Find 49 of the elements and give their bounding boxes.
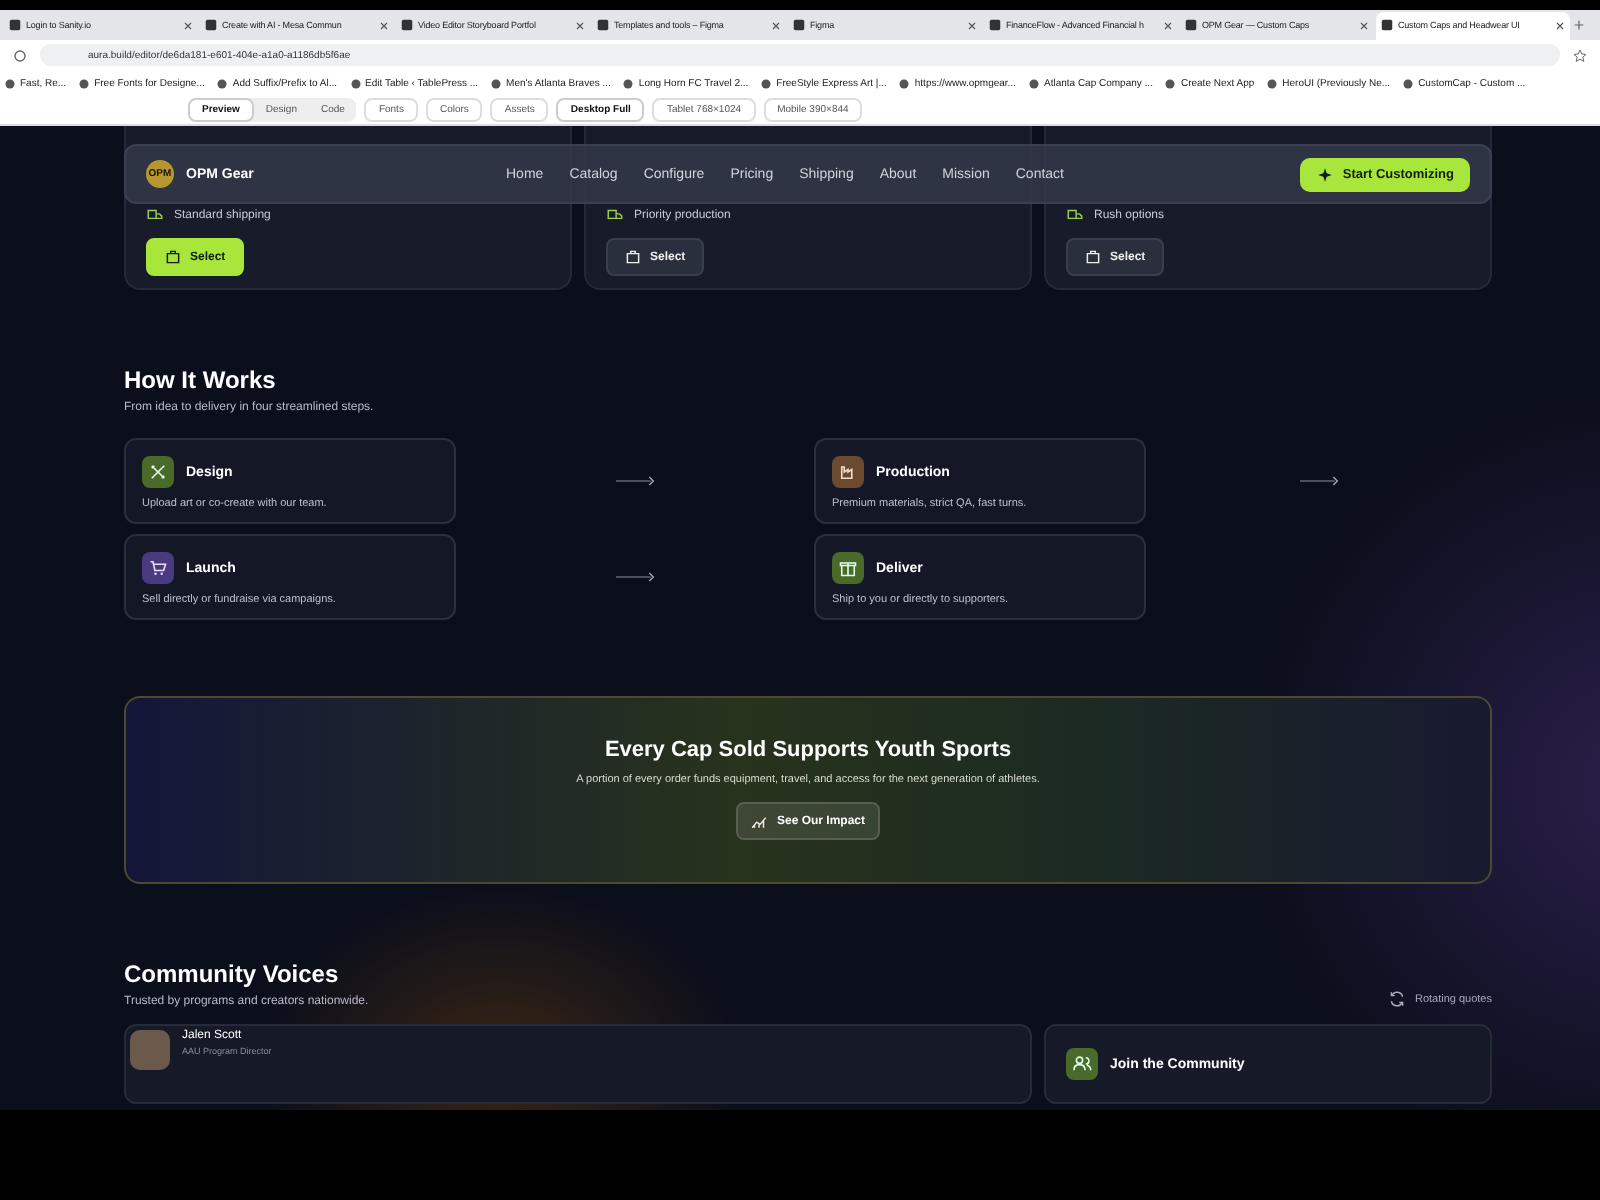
favicon-icon xyxy=(1380,18,1394,32)
chart-icon xyxy=(750,812,769,830)
close-icon xyxy=(574,19,586,31)
close-icon xyxy=(966,19,978,31)
favicon-icon xyxy=(1184,18,1198,32)
favicon-icon xyxy=(204,18,218,32)
favicon-icon xyxy=(792,18,806,32)
avatar-placeholder xyxy=(130,1030,170,1070)
deliver-step-icon xyxy=(838,558,858,578)
favicon-icon xyxy=(78,77,91,89)
refresh-icon xyxy=(1388,990,1407,1008)
bag-icon xyxy=(1084,248,1102,266)
close-icon xyxy=(1554,19,1566,31)
bag-icon xyxy=(624,248,642,266)
favicon-icon xyxy=(490,77,503,89)
close-icon xyxy=(378,19,390,31)
favicon-icon xyxy=(4,77,16,89)
bag-icon xyxy=(164,248,182,266)
reload-icon xyxy=(12,47,28,63)
new-tab-icon xyxy=(1572,18,1586,32)
favicon-icon xyxy=(898,77,911,89)
sparkle-icon xyxy=(1316,165,1335,183)
favicon-icon xyxy=(349,77,362,89)
section-title: Community Voices xyxy=(124,960,341,988)
favicon-icon xyxy=(760,77,773,89)
production-step-icon xyxy=(838,462,858,482)
banner-title: Every Cap Sold Supports Youth Sports xyxy=(604,738,1012,762)
favicon-icon xyxy=(622,77,635,89)
favicon-icon xyxy=(1027,77,1040,89)
truck-icon xyxy=(1066,206,1084,224)
launch-step-icon xyxy=(148,558,168,578)
favicon-icon xyxy=(596,18,610,32)
close-icon xyxy=(770,19,782,31)
truck-icon xyxy=(606,206,624,224)
favicon-icon xyxy=(988,18,1002,32)
section-title: How It Works xyxy=(124,366,278,394)
close-icon xyxy=(182,19,194,31)
truck-icon xyxy=(146,206,164,224)
favicon-icon xyxy=(400,18,414,32)
favicon-icon xyxy=(1402,77,1415,89)
people-icon xyxy=(1072,1054,1092,1074)
star-icon xyxy=(1572,47,1588,63)
design-step-icon xyxy=(148,462,168,482)
favicon-icon xyxy=(216,77,229,89)
favicon-icon xyxy=(1164,77,1177,89)
favicon-icon xyxy=(8,18,22,32)
close-icon xyxy=(1358,19,1370,31)
favicon-icon xyxy=(1266,77,1279,89)
close-icon xyxy=(1162,19,1174,31)
